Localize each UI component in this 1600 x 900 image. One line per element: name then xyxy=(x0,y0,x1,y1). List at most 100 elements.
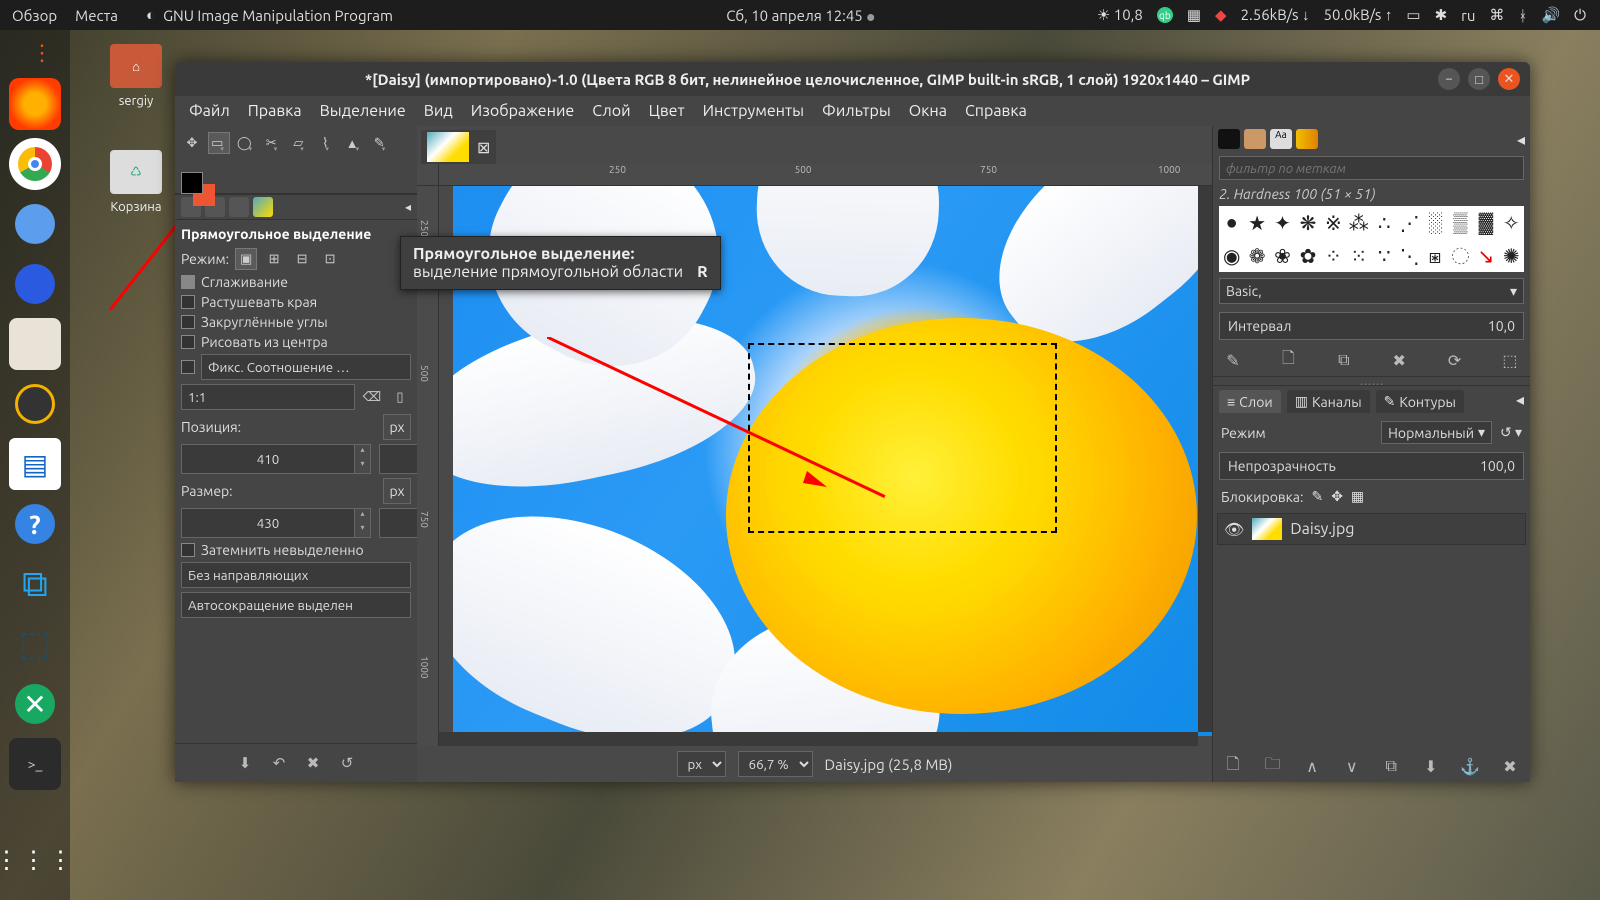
window-minimize-button[interactable]: − xyxy=(1438,68,1460,90)
places-menu[interactable]: Места xyxy=(75,7,118,24)
writer-launcher[interactable]: ▤ xyxy=(9,438,61,490)
mode-subtract[interactable]: ⊟ xyxy=(291,248,313,270)
autoshrink-button[interactable] xyxy=(181,592,411,618)
menu-edit[interactable]: Правка xyxy=(248,102,302,120)
fixed-combo[interactable] xyxy=(201,354,411,380)
power-icon[interactable]: ⏻ xyxy=(1574,6,1586,24)
merge-down-icon[interactable]: ⬇ xyxy=(1421,756,1441,776)
active-app-indicator[interactable]: ◐ GNU Image Manipulation Program xyxy=(146,6,393,24)
duplicate-layer-icon[interactable]: ⧉ xyxy=(1381,756,1401,776)
weather-indicator[interactable]: ☀ 10,8 xyxy=(1097,6,1143,24)
tray-icon[interactable]: ▦ xyxy=(1187,6,1201,24)
rect-select-tool[interactable]: ▭▾ xyxy=(208,132,230,154)
brush-tab-menu[interactable]: ◂ xyxy=(1517,130,1525,149)
raise-layer-icon[interactable]: ∧ xyxy=(1302,756,1322,776)
activities-button[interactable]: Обзор xyxy=(12,7,57,24)
lock-alpha-icon[interactable]: ▦ xyxy=(1351,488,1364,505)
horizontal-scrollbar[interactable] xyxy=(439,732,1198,746)
pos-y-input[interactable] xyxy=(379,444,417,474)
refresh-brush-icon[interactable]: ⟳ xyxy=(1445,350,1465,370)
help-launcher[interactable]: ? xyxy=(9,498,61,550)
restore-preset-icon[interactable]: ↶ xyxy=(268,752,290,774)
files-launcher[interactable] xyxy=(9,318,61,370)
net-down-indicator[interactable]: 2.56kB/s ↓ xyxy=(1241,6,1310,24)
menu-view[interactable]: Вид xyxy=(424,102,453,120)
pos-x-spinner[interactable]: ▴▾ xyxy=(355,444,371,474)
terminal-launcher[interactable]: >_ xyxy=(9,738,61,790)
rhythmbox-launcher[interactable] xyxy=(9,378,61,430)
keyboard-layout[interactable]: ru xyxy=(1461,7,1475,24)
chromium-launcher[interactable] xyxy=(9,198,61,250)
layer-tab-menu[interactable]: ◂ xyxy=(1516,390,1524,413)
image-tab-close-icon[interactable]: ⊠ xyxy=(477,138,490,157)
chrome-launcher[interactable] xyxy=(9,138,61,190)
tab-gradients[interactable] xyxy=(1296,129,1318,149)
bluetooth-icon[interactable]: ᚼ xyxy=(1518,7,1527,24)
feather-checkbox[interactable] xyxy=(181,295,195,309)
crop-tool[interactable]: ✂▾ xyxy=(262,132,284,154)
tab-brushes[interactable] xyxy=(1218,129,1240,149)
new-layer-icon[interactable]: 🗋 xyxy=(1223,756,1243,776)
from-center-checkbox[interactable] xyxy=(181,335,195,349)
anchor-layer-icon[interactable]: ⚓ xyxy=(1460,756,1480,776)
accessibility-icon[interactable]: ✱ xyxy=(1435,6,1448,24)
menu-select[interactable]: Выделение xyxy=(320,102,406,120)
blend-mode-combo[interactable]: Нормальный ▾ xyxy=(1381,421,1492,444)
menu-color[interactable]: Цвет xyxy=(649,102,685,120)
layer-name[interactable]: Daisy.jpg xyxy=(1290,520,1354,538)
cube-tray-icon[interactable]: ◆ xyxy=(1215,6,1227,24)
vertical-scrollbar[interactable] xyxy=(1198,186,1212,732)
transform-tool[interactable]: ▱▾ xyxy=(289,132,311,154)
spacing-slider[interactable]: Интервал10,0 xyxy=(1219,312,1524,340)
antialias-checkbox[interactable] xyxy=(181,275,195,289)
delete-preset-icon[interactable]: ✖ xyxy=(302,752,324,774)
menu-tools[interactable]: Инструменты xyxy=(703,102,804,120)
selection-marquee[interactable] xyxy=(748,343,1057,533)
fixed-checkbox[interactable] xyxy=(181,360,195,374)
menu-help[interactable]: Справка xyxy=(965,102,1027,120)
horizontal-ruler[interactable]: 250 500 750 1000 xyxy=(417,164,1212,186)
window-titlebar[interactable]: *[Daisy] (импортировано)-1.0 (Цвета RGB … xyxy=(175,62,1530,96)
brush-grid[interactable]: ●★✦❋※⁂∴⋰░▒▓✧ ◉❁❀✿⁘⁙∵⋱⧆◌↘✺ xyxy=(1219,206,1524,272)
window-maximize-button[interactable]: □ xyxy=(1468,68,1490,90)
ratio-clear-icon[interactable]: ⌫ xyxy=(361,386,383,408)
delete-brush-icon[interactable]: ✖ xyxy=(1389,350,1409,370)
mode-add[interactable]: ⊞ xyxy=(263,248,285,270)
network-icon[interactable]: ⌘ xyxy=(1489,6,1504,24)
firefox-launcher[interactable] xyxy=(9,78,61,130)
layer-row[interactable]: 👁 Daisy.jpg xyxy=(1217,513,1526,545)
clock[interactable]: Сб, 10 апреля 12:45 xyxy=(726,7,874,24)
ratio-input[interactable] xyxy=(181,384,355,410)
save-preset-icon[interactable]: ⬇ xyxy=(234,752,256,774)
duplicate-brush-icon[interactable]: ⧉ xyxy=(1334,350,1354,370)
fg-bg-color[interactable] xyxy=(181,172,221,208)
lock-pixels-icon[interactable]: ✎ xyxy=(1311,488,1323,505)
tab-fonts[interactable]: Aa xyxy=(1270,129,1292,149)
layer-visibility-icon[interactable]: 👁 xyxy=(1224,520,1244,539)
guides-combo[interactable] xyxy=(181,562,411,588)
darken-checkbox[interactable] xyxy=(181,543,195,557)
bucket-tool[interactable]: ▲▾ xyxy=(343,132,365,154)
qbittorrent-tray-icon[interactable]: qb xyxy=(1157,7,1173,23)
delete-layer-icon[interactable]: ✖ xyxy=(1500,756,1520,776)
show-apps-button[interactable]: ⋮⋮⋮ xyxy=(9,834,61,886)
position-unit[interactable]: px xyxy=(383,414,411,440)
pos-x-input[interactable] xyxy=(181,444,355,474)
tab-patterns[interactable] xyxy=(1244,129,1266,149)
brush-preset-combo[interactable]: Basic,▾ xyxy=(1219,278,1524,304)
mode-switch-icon[interactable]: ↺ ▾ xyxy=(1500,424,1522,441)
brush-tool[interactable]: ✎▾ xyxy=(370,132,392,154)
unit-combo[interactable]: px xyxy=(677,751,726,777)
rounded-checkbox[interactable] xyxy=(181,315,195,329)
new-group-icon[interactable]: 🗀 xyxy=(1263,756,1283,776)
move-tool[interactable]: ✥ xyxy=(181,132,203,154)
home-desktop-icon[interactable]: ⌂ sergiy xyxy=(96,44,176,108)
open-as-image-icon[interactable]: ⬚ xyxy=(1500,350,1520,370)
new-brush-icon[interactable]: 🗋 xyxy=(1278,350,1298,370)
menu-image[interactable]: Изображение xyxy=(471,102,575,120)
window-close-button[interactable]: ✕ xyxy=(1498,68,1520,90)
warp-tool[interactable]: ⌇▾ xyxy=(316,132,338,154)
dock-separator[interactable]: ⋯⋯ xyxy=(1213,376,1530,386)
mode-replace[interactable]: ▣ xyxy=(235,248,257,270)
size-w-input[interactable] xyxy=(181,508,355,538)
